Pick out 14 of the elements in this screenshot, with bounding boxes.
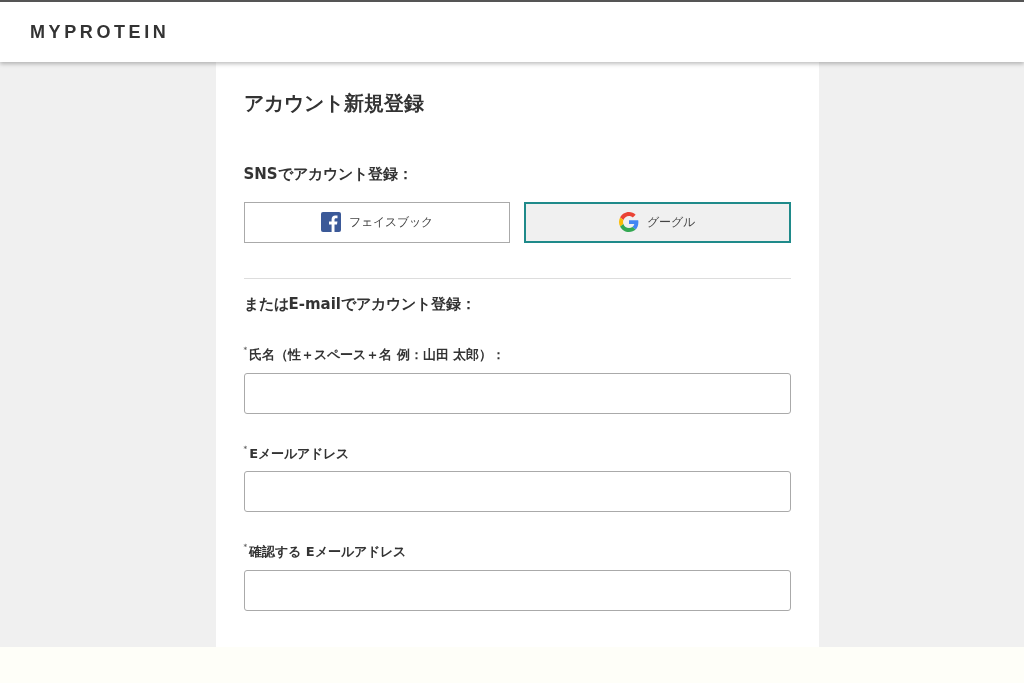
google-login-button[interactable]: グーグル <box>524 201 791 243</box>
field-label: Eメールアドレス <box>249 444 350 463</box>
field-label: 氏名（性＋スペース＋名 例：山田 太郎）： <box>249 346 506 364</box>
page-title: アカウント新規登録 <box>243 90 425 117</box>
field-label: 確認する Eメールアドレス <box>249 543 406 561</box>
logo[interactable]: MYPROTEIN <box>30 18 170 46</box>
facebook-icon <box>320 212 341 232</box>
section-heading: またはE-mailでアカウント登録： <box>243 293 477 315</box>
section-heading: SNSでアカウント登録： <box>243 164 414 185</box>
facebook-login-button[interactable]: フェイスブック <box>243 201 510 243</box>
input-field[interactable] <box>243 372 791 414</box>
input-field[interactable] <box>243 471 791 512</box>
google-icon <box>619 212 640 232</box>
input-field[interactable] <box>243 569 791 611</box>
